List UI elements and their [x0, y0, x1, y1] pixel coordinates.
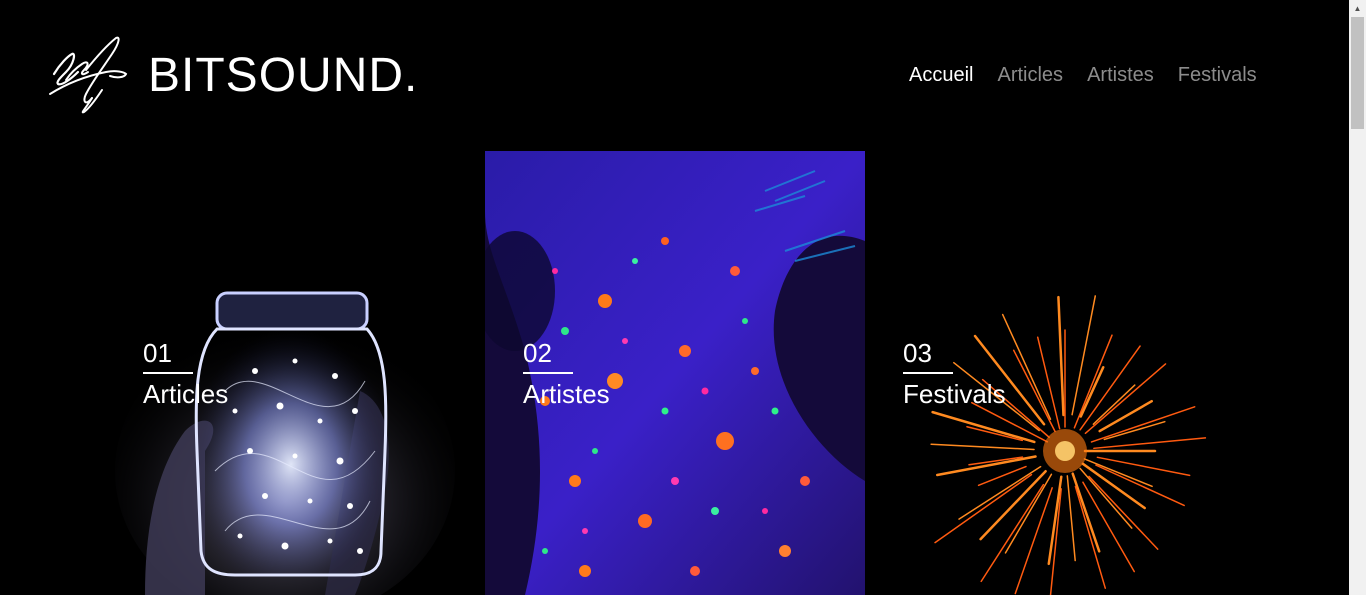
card-title[interactable]: Festivals — [903, 378, 1006, 410]
vertical-scrollbar[interactable]: ▲ — [1349, 0, 1366, 595]
nav-item-accueil[interactable]: Accueil — [909, 62, 973, 88]
brand-name[interactable]: BITSOUND. — [148, 48, 418, 104]
scroll-thumb[interactable] — [1351, 17, 1364, 129]
card-text: 02 Artistes — [523, 338, 610, 410]
signature-icon — [49, 36, 128, 114]
card-number: 01 — [143, 338, 172, 368]
card-text: 03 Festivals — [903, 338, 1006, 410]
nav-item-artistes[interactable]: Artistes — [1087, 62, 1154, 88]
nav-item-articles[interactable]: Articles — [997, 62, 1063, 88]
card-number: 02 — [523, 338, 552, 368]
page: BITSOUND. Accueil Articles Artistes Fest… — [0, 0, 1349, 595]
card-festivals[interactable]: 03 Festivals — [865, 151, 1245, 595]
card-articles[interactable]: 01 Articles — [105, 151, 485, 595]
nav-item-festivals[interactable]: Festivals — [1178, 62, 1257, 88]
card-number: 03 — [903, 338, 932, 368]
card-divider — [903, 372, 953, 374]
card-divider — [143, 372, 193, 374]
card-text: 01 Articles — [143, 338, 228, 410]
card-divider — [523, 372, 573, 374]
card-title[interactable]: Artistes — [523, 378, 610, 410]
card-artistes[interactable]: 02 Artistes — [485, 151, 865, 595]
main-nav: Accueil Articles Artistes Festivals — [909, 62, 1257, 88]
scroll-up-arrow-icon[interactable]: ▲ — [1349, 0, 1366, 17]
card-title[interactable]: Articles — [143, 378, 228, 410]
logo[interactable] — [46, 34, 130, 116]
